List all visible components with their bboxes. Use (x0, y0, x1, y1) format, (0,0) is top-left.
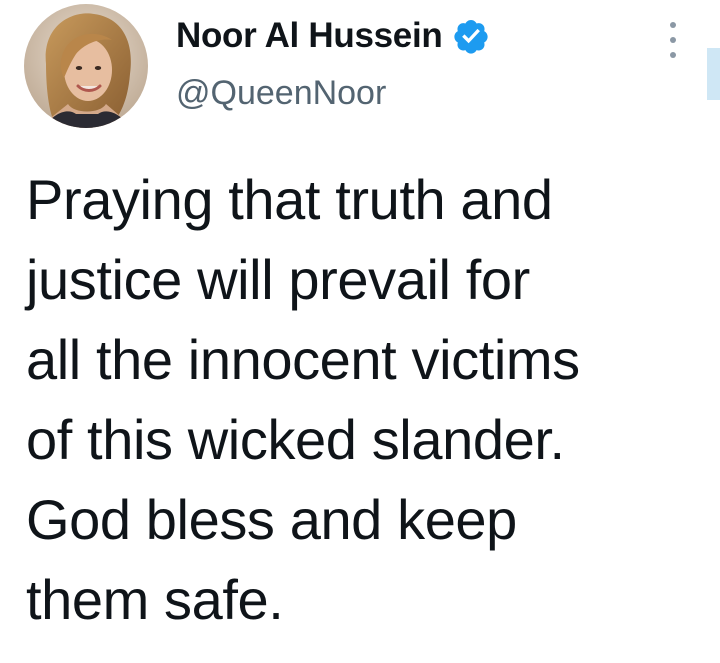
tweet-text: Praying that truth and justice will prev… (26, 160, 706, 640)
tweet-text-line: them safe. (26, 568, 284, 631)
avatar[interactable] (24, 4, 148, 128)
more-vertical-icon[interactable] (666, 22, 680, 58)
tweet-text-line: of this wicked slander. (26, 408, 565, 471)
tweet-text-line: God bless and keep (26, 488, 517, 551)
dot (670, 37, 676, 43)
scroll-edge (707, 48, 720, 100)
dot (670, 52, 676, 58)
tweet-header: Noor Al Hussein @QueenNoor (176, 14, 490, 113)
tweet-text-line: Praying that truth and (26, 168, 553, 231)
verified-badge-icon (452, 17, 490, 55)
tweet-text-line: all the innocent victims (26, 328, 580, 391)
dot (670, 22, 676, 28)
tweet-card: Noor Al Hussein @QueenNoor Praying that … (0, 0, 720, 663)
name-row: Noor Al Hussein (176, 14, 490, 58)
display-name[interactable]: Noor Al Hussein (176, 16, 443, 56)
avatar-photo (24, 4, 148, 128)
tweet-text-line: justice will prevail for (26, 248, 530, 311)
user-handle[interactable]: @QueenNoor (176, 74, 490, 113)
